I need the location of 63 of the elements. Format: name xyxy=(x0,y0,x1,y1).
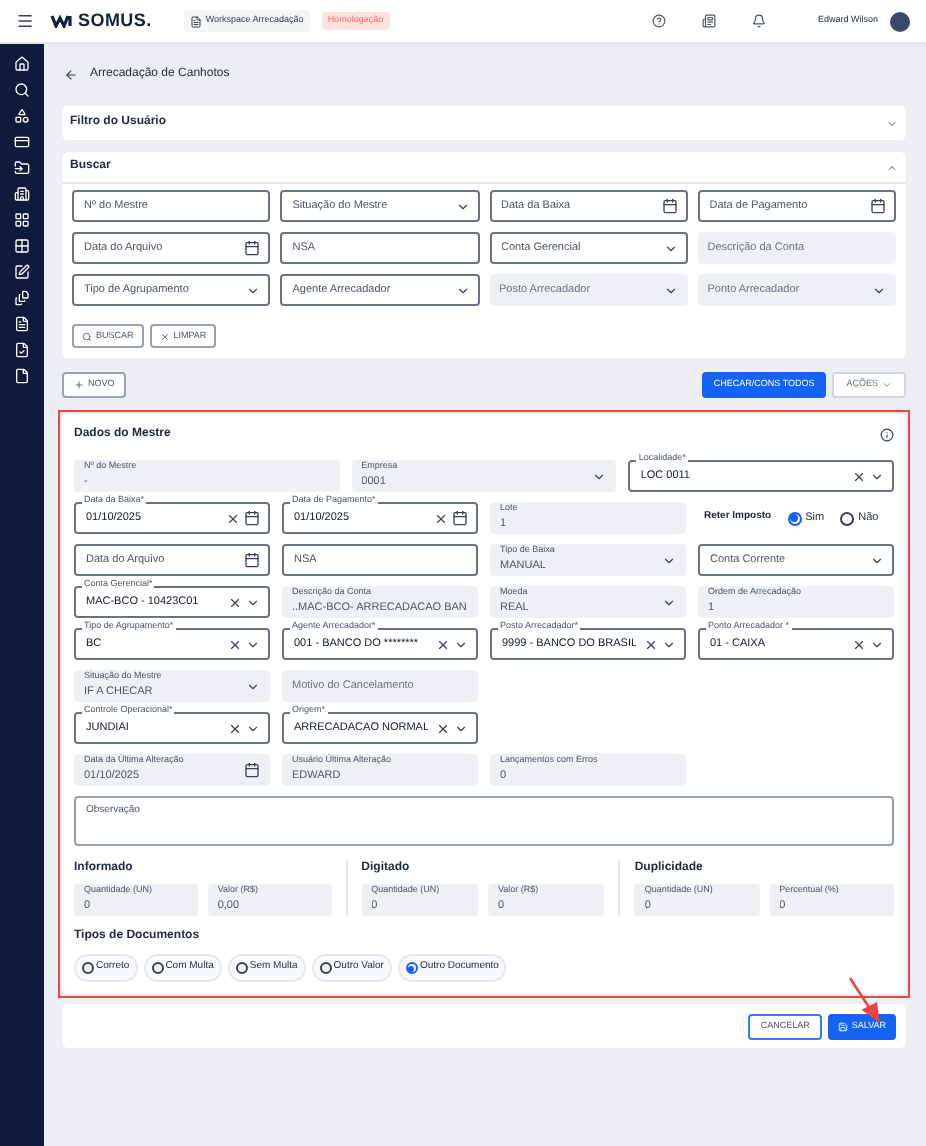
bell-icon[interactable] xyxy=(751,14,766,28)
chevron-down-icon[interactable] xyxy=(870,469,884,483)
chevron-down-icon[interactable] xyxy=(870,637,884,651)
document-icon xyxy=(189,15,202,27)
chevron-down-icon[interactable] xyxy=(246,721,260,735)
chevron-down-icon[interactable] xyxy=(872,283,886,297)
home-icon[interactable] xyxy=(14,56,30,72)
clear-icon[interactable] xyxy=(228,721,242,735)
clear-icon[interactable] xyxy=(852,469,866,483)
chevron-down-icon[interactable] xyxy=(455,199,469,213)
user-avatar[interactable] xyxy=(890,11,910,31)
save-icon xyxy=(837,1021,848,1031)
calendar-icon[interactable] xyxy=(244,552,260,568)
clear-icon[interactable] xyxy=(644,637,658,651)
chevron-down-icon[interactable] xyxy=(454,721,468,735)
chevron-down-icon[interactable] xyxy=(246,637,260,651)
clear-icon[interactable] xyxy=(436,721,450,735)
chevron-down-icon[interactable] xyxy=(246,283,261,297)
calendar-icon[interactable] xyxy=(244,762,260,778)
calendar-icon[interactable] xyxy=(244,240,261,256)
chevron-down-icon[interactable] xyxy=(662,637,676,651)
edit-icon[interactable] xyxy=(14,264,30,280)
grid-icon[interactable] xyxy=(14,212,30,228)
folder-icon[interactable] xyxy=(14,160,30,176)
chevron-down-icon[interactable] xyxy=(662,595,676,609)
clear-icon[interactable] xyxy=(434,511,448,525)
help-icon[interactable] xyxy=(651,14,666,28)
info-icon[interactable] xyxy=(880,428,894,442)
building-icon[interactable] xyxy=(14,186,30,202)
plus-icon xyxy=(74,379,84,389)
news-icon[interactable] xyxy=(701,14,716,28)
grid-icon[interactable] xyxy=(14,238,30,254)
brand-name: SOMUS. xyxy=(78,7,152,34)
chevron-down-icon[interactable] xyxy=(662,553,676,567)
chevron-down-icon[interactable] xyxy=(870,553,884,567)
document-icon[interactable] xyxy=(14,342,30,358)
menu-icon[interactable] xyxy=(16,12,34,30)
clear-icon[interactable] xyxy=(226,511,240,525)
chevron-down-icon[interactable] xyxy=(663,241,678,255)
calendar-icon[interactable] xyxy=(452,510,468,526)
search-icon[interactable] xyxy=(14,82,30,98)
search-icon xyxy=(82,331,92,341)
card-icon[interactable] xyxy=(14,134,30,150)
caret-icon xyxy=(882,379,892,389)
file-icon[interactable] xyxy=(14,368,30,384)
clear-icon[interactable] xyxy=(228,637,242,651)
clear-icon[interactable] xyxy=(228,595,242,609)
clear-icon[interactable] xyxy=(852,637,866,651)
chevron-down-icon[interactable] xyxy=(663,283,678,297)
files-icon[interactable] xyxy=(14,290,30,306)
calendar-icon[interactable] xyxy=(244,510,260,526)
clear-icon[interactable] xyxy=(436,637,450,651)
chevron-down-icon[interactable] xyxy=(246,595,260,609)
shapes-icon[interactable] xyxy=(14,108,30,124)
logo-icon xyxy=(50,14,74,28)
chevron-down-icon[interactable] xyxy=(592,469,607,483)
chevron-down-icon[interactable] xyxy=(455,283,469,297)
calendar-icon[interactable] xyxy=(870,198,886,214)
back-arrow-icon[interactable] xyxy=(64,68,78,82)
chevron-down-icon[interactable] xyxy=(246,679,260,693)
chevron-down-icon[interactable] xyxy=(454,637,468,651)
calendar-icon[interactable] xyxy=(661,198,678,214)
document-icon[interactable] xyxy=(14,316,30,332)
